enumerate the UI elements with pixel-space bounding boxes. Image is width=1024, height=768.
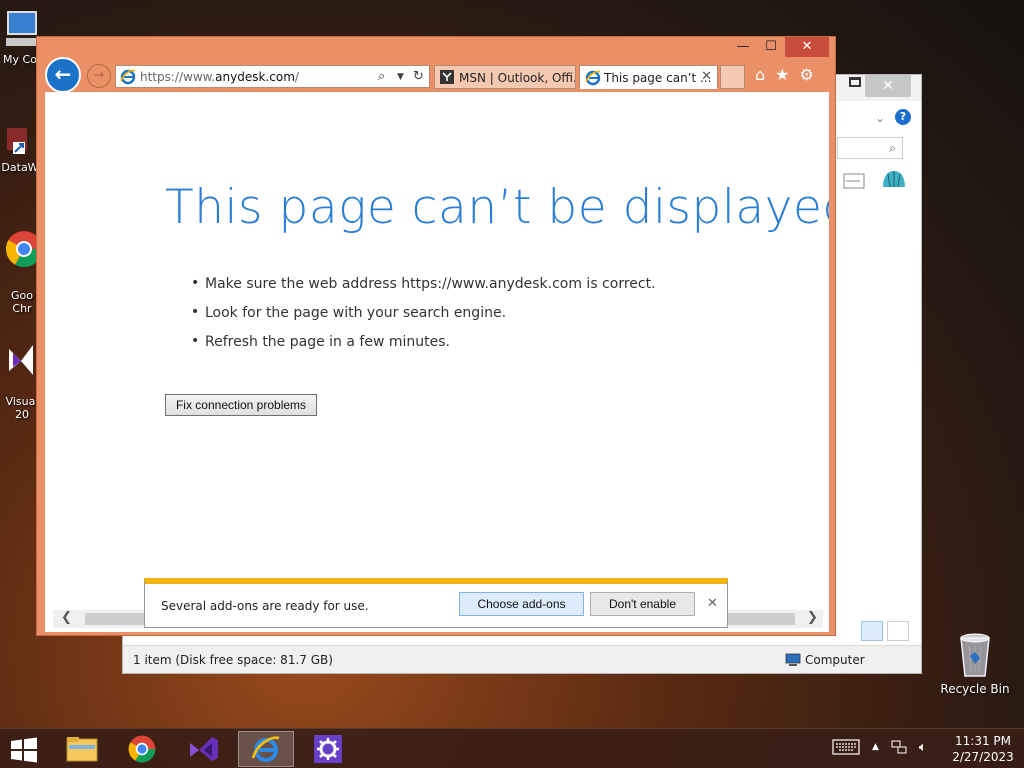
choose-addons-button[interactable]: Choose add-ons: [459, 592, 584, 616]
help-icon[interactable]: ?: [895, 109, 911, 125]
ie-icon: [251, 736, 280, 762]
desktop-icon-label: Recycle Bin: [940, 682, 1010, 696]
chevron-down-icon[interactable]: ⌄: [875, 111, 885, 125]
desktop-icon-label: My Co: [3, 53, 37, 66]
computer-icon: [6, 11, 37, 46]
windows-start-icon[interactable]: [10, 737, 38, 763]
tab-close-icon[interactable]: ✕: [701, 69, 712, 84]
page-title: This page can’t be displayed: [165, 180, 829, 235]
scroll-left-icon[interactable]: ❮: [61, 610, 72, 625]
taskbar-settings[interactable]: [300, 731, 356, 767]
notification-message: Several add-ons are ready for use.: [161, 599, 369, 613]
chrome-icon: [5, 231, 40, 267]
large-icons-view-icon[interactable]: [887, 621, 909, 641]
recycle-bin-icon: [960, 633, 990, 677]
system-tray: ▲ 🔈︎: [832, 739, 927, 755]
close-icon[interactable]: ✕: [707, 596, 718, 611]
tab-label: MSN | Outlook, Offi...: [459, 71, 576, 85]
desktop-icon-label: Visual 20: [5, 395, 39, 421]
list-item: Make sure the web address https://www.an…: [191, 275, 656, 305]
view-toggle-group: [861, 621, 909, 641]
refresh-icon[interactable]: ↻: [413, 69, 424, 84]
page-content: This page can’t be displayed Make sure t…: [45, 92, 829, 632]
msn-icon: [440, 70, 454, 84]
status-location: Computer: [785, 653, 865, 667]
desktop-icon-my-computer[interactable]: My Co: [0, 10, 40, 66]
taskbar-internet-explorer[interactable]: [238, 731, 294, 767]
home-icon[interactable]: ⌂: [755, 65, 765, 84]
desktop-icon-google-chrome[interactable]: Goo Chr: [4, 216, 40, 315]
desktop-icon-label: DataW: [1, 161, 39, 174]
chrome-icon: [128, 735, 156, 763]
computer-icon: [785, 653, 801, 666]
visual-studio-icon: [190, 737, 218, 761]
new-tab-button[interactable]: [720, 65, 745, 89]
taskbar-visual-studio[interactable]: [176, 731, 232, 767]
keyboard-icon[interactable]: [832, 739, 860, 755]
browser-window: — ☐ ✕ ← → https://www.anydesk.com/ ⌕ ▼ ↻…: [36, 36, 836, 636]
search-icon: ⌕: [889, 141, 896, 155]
scroll-right-icon[interactable]: ❯: [807, 610, 818, 625]
network-icon[interactable]: [891, 739, 907, 755]
close-button[interactable]: ✕: [785, 37, 829, 57]
clock-date: 2/27/2023: [952, 750, 1014, 764]
tab-msn[interactable]: MSN | Outlook, Offi...: [434, 65, 576, 89]
taskbar-chrome[interactable]: [114, 731, 170, 767]
favorites-star-icon[interactable]: ★: [775, 65, 789, 84]
ie-favicon-icon: [120, 69, 136, 85]
shell-icon[interactable]: [881, 169, 907, 193]
visual-studio-icon: [9, 345, 33, 375]
explorer-search-input[interactable]: ⌕: [837, 137, 903, 159]
details-view-icon[interactable]: [861, 621, 883, 641]
dont-enable-button[interactable]: Don't enable: [590, 592, 695, 616]
addons-notification-bar: Several add-ons are ready for use. Choos…: [144, 578, 728, 628]
explorer-maximize-button[interactable]: [849, 77, 861, 87]
taskbar-clock[interactable]: 11:31 PM 2/27/2023: [948, 733, 1018, 765]
tab-label: This page can’t ...: [604, 71, 712, 85]
show-hidden-icons-icon[interactable]: ▲: [872, 742, 879, 752]
status-location-label: Computer: [805, 653, 865, 667]
gear-icon[interactable]: ⚙: [800, 65, 814, 84]
suggestion-list: Make sure the web address https://www.an…: [191, 275, 656, 363]
explorer-close-button[interactable]: ✕: [865, 75, 911, 97]
ie-favicon-icon: [585, 70, 601, 86]
address-bar[interactable]: https://www.anydesk.com/ ⌕ ▼ ↻: [115, 65, 430, 88]
shortcut-icon: [7, 128, 27, 154]
browser-toolbar: ⌂ ★ ⚙: [755, 65, 814, 84]
tab-error-page[interactable]: This page can’t ... ✕: [579, 65, 718, 89]
clock-time: 11:31 PM: [955, 734, 1011, 748]
forward-button[interactable]: →: [87, 64, 111, 88]
folder-icon: [66, 737, 98, 762]
volume-icon[interactable]: 🔈︎: [919, 740, 927, 755]
desktop-icon-recycle-bin[interactable]: Recycle Bin: [940, 630, 1010, 696]
search-icon[interactable]: ⌕: [378, 69, 385, 84]
mail-icon[interactable]: [843, 173, 865, 189]
dropdown-arrow-icon[interactable]: ▼: [397, 72, 404, 82]
desktop-icon-dataw[interactable]: DataW: [0, 124, 40, 174]
back-button[interactable]: ←: [45, 57, 81, 93]
taskbar: ▲ 🔈︎ 11:31 PM 2/27/2023: [0, 728, 1024, 768]
list-item: Refresh the page in a few minutes.: [191, 333, 656, 363]
desktop-icon-label: Goo Chr: [11, 289, 33, 315]
fix-connection-button[interactable]: Fix connection problems: [165, 394, 317, 416]
address-url: https://www.anydesk.com/: [140, 70, 299, 84]
taskbar-file-explorer[interactable]: [54, 731, 110, 767]
status-item-count: 1 item (Disk free space: 81.7 GB): [133, 653, 333, 667]
list-item: Look for the page with your search engin…: [191, 304, 656, 334]
maximize-button[interactable]: ☐: [763, 37, 779, 57]
gear-icon: [314, 735, 342, 763]
explorer-statusbar: 1 item (Disk free space: 81.7 GB) Comput…: [123, 645, 921, 673]
minimize-button[interactable]: —: [735, 37, 751, 57]
